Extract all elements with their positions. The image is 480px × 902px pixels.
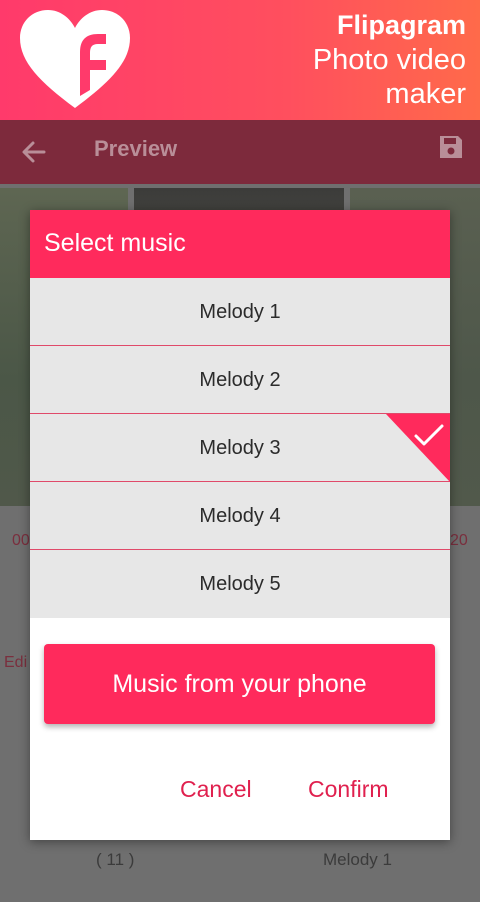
edit-label: Edi — [4, 654, 28, 671]
select-music-dialog: Select music Melody 1 Melody 2 Melody 3 … — [30, 210, 450, 840]
time-start: 00 — [12, 532, 30, 549]
page-title: Preview — [94, 136, 178, 161]
music-item-label: Melody 4 — [199, 505, 281, 527]
time-end: 20 — [450, 532, 468, 549]
brand-title: Flipagram — [336, 10, 466, 40]
cancel-button[interactable]: Cancel — [180, 776, 252, 803]
music-item-melody-1[interactable]: Melody 1 — [30, 278, 450, 346]
music-item-melody-3[interactable]: Melody 3 — [30, 414, 450, 482]
app-bar: Preview — [0, 120, 480, 184]
confirm-button[interactable]: Confirm — [308, 776, 389, 803]
music-from-phone-button[interactable]: Music from your phone — [44, 644, 435, 724]
arrow-left-icon[interactable] — [20, 138, 48, 166]
music-item-label: Melody 1 — [199, 301, 281, 323]
promo-banner: Flipagram Photo video maker — [0, 0, 480, 120]
current-music: Melody 1 — [323, 850, 392, 869]
photo-count: ( 11 ) — [96, 850, 135, 869]
heart-f-logo-icon — [20, 10, 130, 108]
music-item-label: Melody 5 — [199, 573, 281, 595]
music-item-melody-2[interactable]: Melody 2 — [30, 346, 450, 414]
music-item-melody-4[interactable]: Melody 4 — [30, 482, 450, 550]
dialog-title: Select music — [44, 229, 186, 257]
brand-subtitle-line2: maker — [385, 78, 466, 110]
save-icon[interactable] — [438, 134, 464, 160]
music-list: Melody 1 Melody 2 Melody 3 Melody 4 Melo… — [30, 278, 450, 618]
dialog-header: Select music — [30, 210, 450, 278]
selected-check-icon — [386, 414, 450, 482]
music-item-melody-5[interactable]: Melody 5 — [30, 550, 450, 618]
music-from-phone-label: Music from your phone — [112, 670, 367, 698]
brand-subtitle-line1: Photo video — [312, 44, 466, 76]
music-item-label: Melody 2 — [199, 369, 281, 391]
